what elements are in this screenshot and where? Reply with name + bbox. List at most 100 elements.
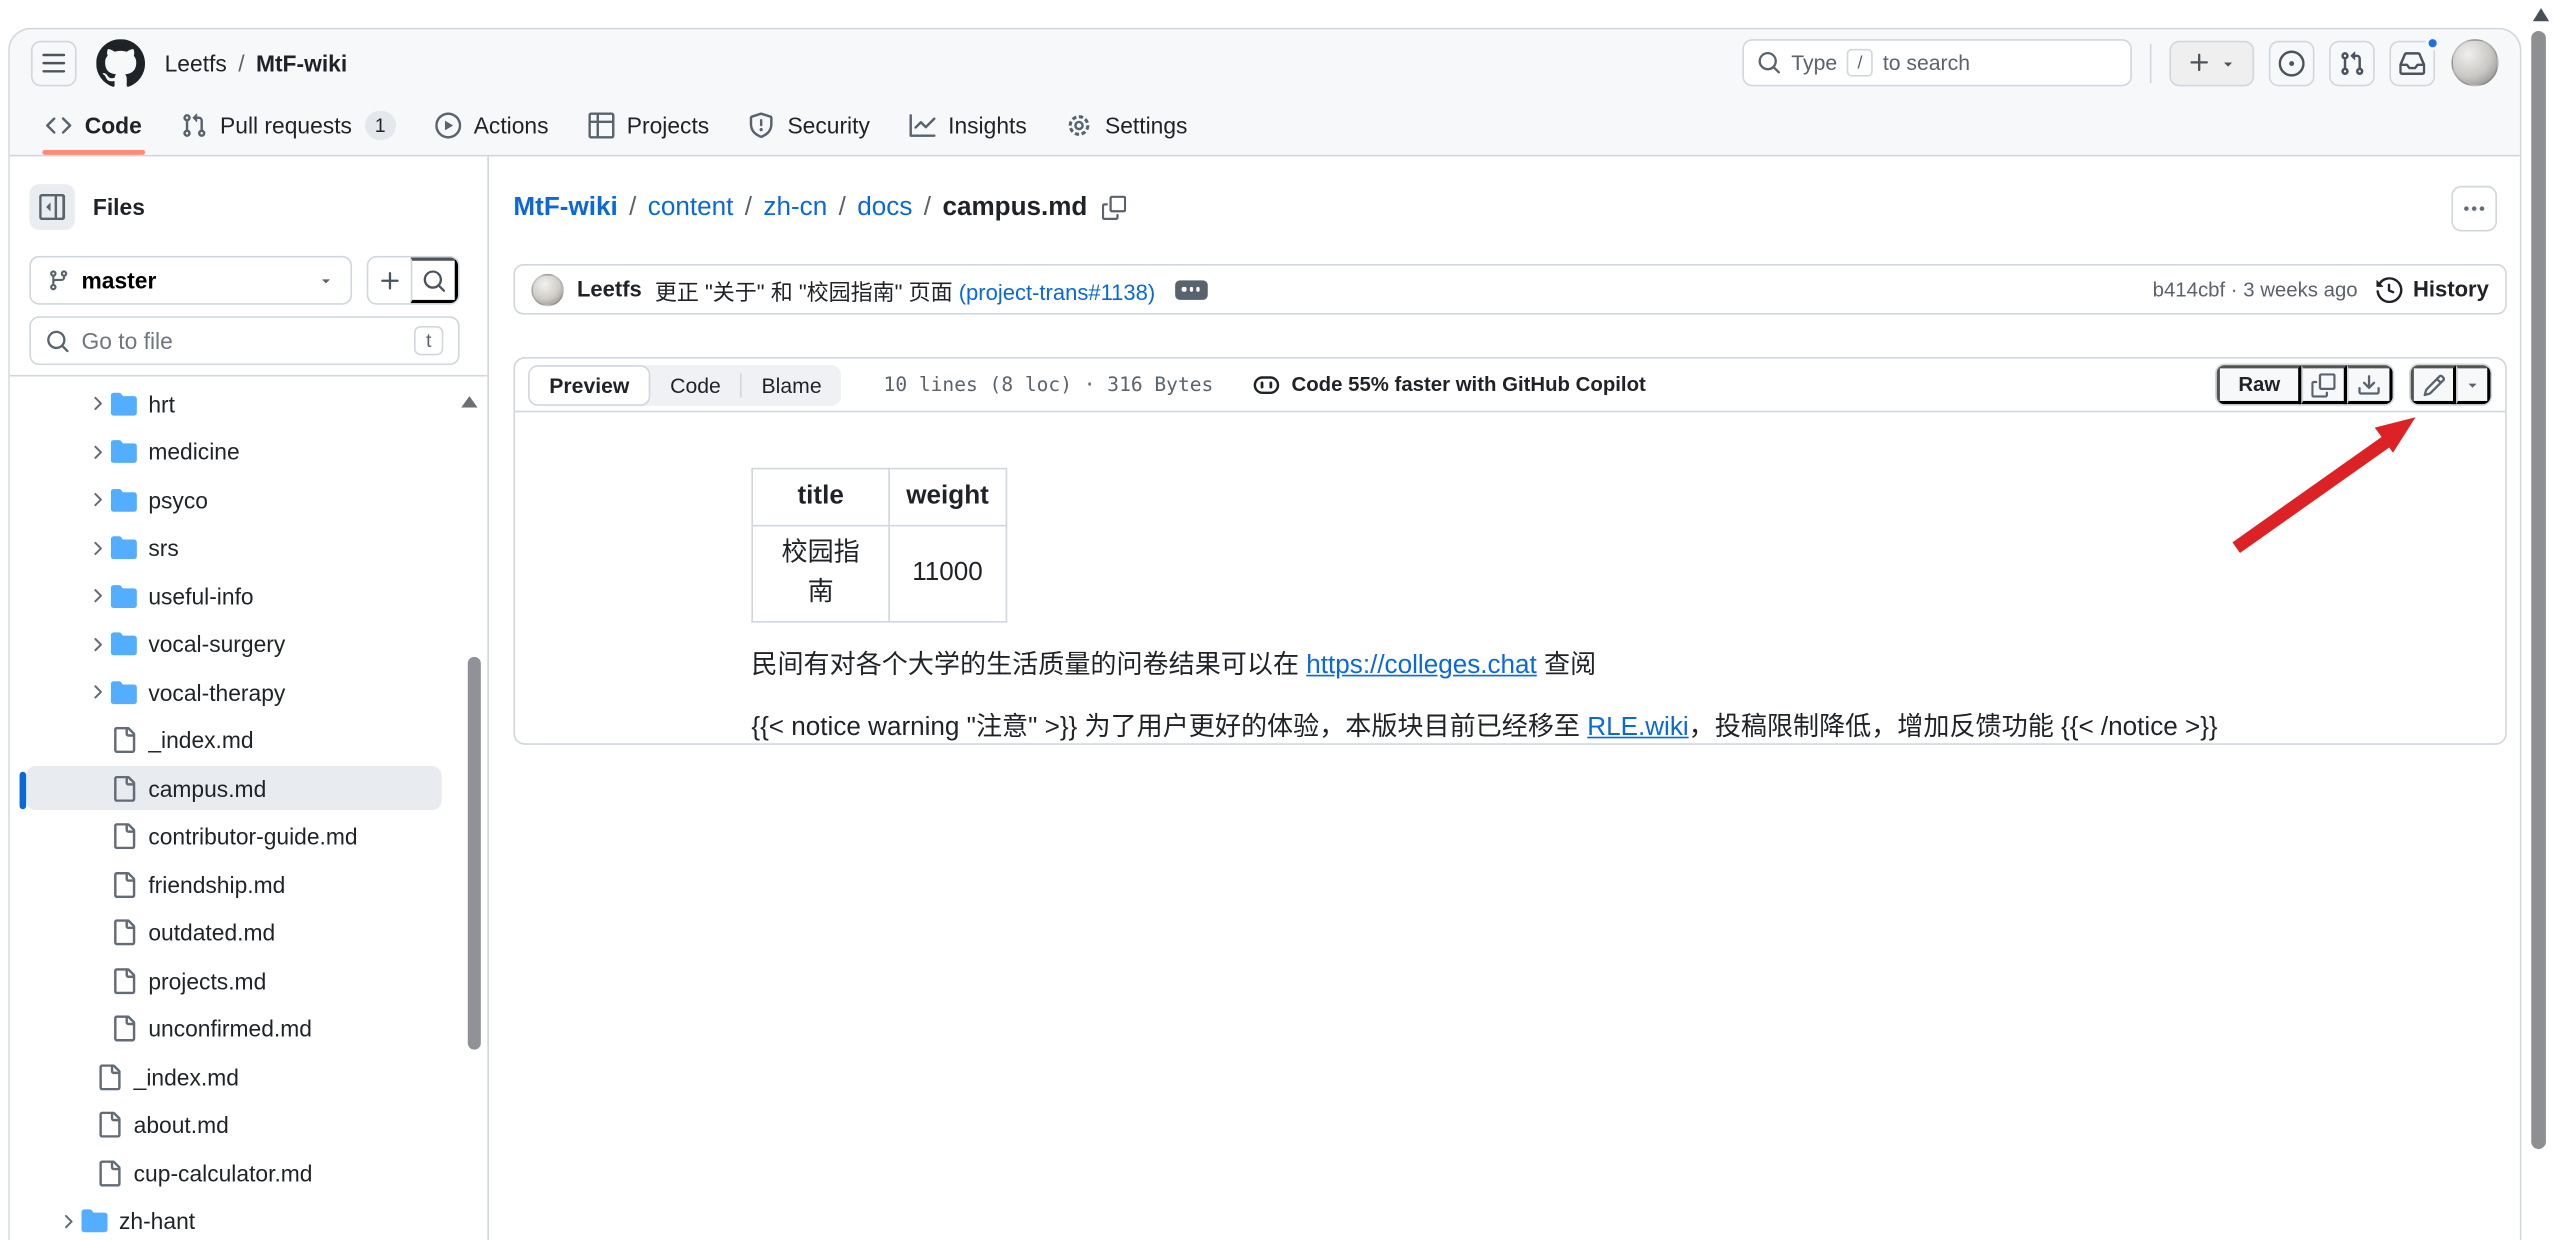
commit-author-avatar[interactable] [531,273,564,306]
raw-button[interactable]: Raw [2217,365,2301,404]
branch-selector[interactable]: master [29,256,352,305]
paragraph-text: ，投稿限制降低，增加反馈功能 {{< /notice >}} [1689,714,2218,742]
tree-item-zh-hant[interactable]: zh-hant [10,1199,488,1240]
tree-item-cup-calculator.md[interactable]: cup-calculator.md [10,1151,488,1199]
tree-item-psyco[interactable]: psyco [10,478,488,526]
file-icon [96,1064,122,1090]
scrollbar-thumb[interactable] [2531,31,2546,1149]
pull-requests-button[interactable] [2329,40,2375,86]
tree-item-friendship.md[interactable]: friendship.md [10,862,488,910]
table-icon [588,112,614,138]
rle-wiki-link[interactable]: RLE.wiki [1587,714,1688,742]
tree-item-useful-info[interactable]: useful-info [10,574,488,622]
commit-author[interactable]: Leetfs [577,277,642,301]
breadcrumb-repo-link[interactable]: MtF-wiki [513,193,617,222]
commit-pr-link[interactable]: (project-trans#1138) [959,280,1156,304]
tab-preview[interactable]: Preview [528,364,650,405]
table-cell: 11000 [889,526,1006,622]
new-file-button[interactable] [368,258,410,304]
sidebar-scroll-up-arrow[interactable] [461,396,477,407]
copy-icon [1102,196,1126,220]
tab-projects[interactable]: Projects [571,96,725,155]
files-sidebar: Files master Go to file t hrtmedicinepsy… [10,156,489,1240]
hamburger-menu-button[interactable] [31,40,77,86]
commit-sha-and-time[interactable]: b414cbf · 3 weeks ago [2153,278,2358,301]
search-icon [421,268,445,292]
copy-path-button[interactable] [1102,196,1126,220]
chevron-right-icon[interactable] [83,585,111,606]
tab-code[interactable]: Code [651,364,741,405]
history-label: History [2413,277,2489,301]
chevron-right-icon[interactable] [83,441,111,462]
tree-item-projects.md[interactable]: projects.md [10,958,488,1006]
issues-button[interactable] [2269,40,2315,86]
breadcrumb-dir-link[interactable]: docs [857,193,912,222]
edit-dropdown-button[interactable] [2456,365,2490,404]
tree-item-label: zh-hant [119,1208,195,1234]
chevron-right-icon[interactable] [54,1210,82,1231]
github-logo-icon[interactable] [96,38,145,87]
go-to-file-input[interactable]: Go to file t [29,316,459,365]
tree-item-vocal-surgery[interactable]: vocal-surgery [10,622,488,670]
table-cell: 校园指南 [752,526,889,622]
create-new-button[interactable] [2169,40,2254,86]
download-button[interactable] [2347,365,2393,404]
tab-blame[interactable]: Blame [742,364,841,405]
chevron-right-icon[interactable] [83,393,111,414]
edit-file-button[interactable] [2411,365,2457,404]
copilot-promo-text: Code 55% faster with GitHub Copilot [1292,373,1646,396]
sidebar-scrollbar-thumb[interactable] [468,657,481,1050]
search-tree-button[interactable] [411,258,458,304]
history-button[interactable]: History [2377,276,2489,302]
tree-item-hrt[interactable]: hrt [10,381,488,429]
tab-security[interactable]: Security [732,96,886,155]
more-options-button[interactable] [2451,185,2497,231]
chevron-right-icon[interactable] [83,537,111,558]
tab-settings[interactable]: Settings [1050,96,1204,155]
copilot-promo[interactable]: Code 55% faster with GitHub Copilot [1254,372,1646,398]
tree-item-srs[interactable]: srs [10,526,488,574]
commit-details-ellipsis-button[interactable] [1175,280,1208,300]
tab-insights[interactable]: Insights [893,96,1043,155]
tab-label: Code [85,112,142,138]
copy-raw-button[interactable] [2301,365,2347,404]
window-scrollbar[interactable] [2526,0,2554,1240]
folder-icon [111,535,137,561]
commit-message[interactable]: 更正 "关于" 和 "校园指南" 页面 (project-trans#1138) [655,273,1155,306]
global-search-input[interactable]: Type / to search [1742,39,2132,86]
global-header: Leetfs / MtF-wiki Type / to search [10,29,2520,96]
tree-item-label: srs [148,535,178,561]
slash-key-hint: / [1847,49,1873,77]
issue-opened-icon [2279,50,2305,76]
tab-label: Actions [474,112,549,138]
chevron-right-icon[interactable] [83,489,111,510]
tree-item-outdated.md[interactable]: outdated.md [10,910,488,958]
tree-item-about.md[interactable]: about.md [10,1103,488,1151]
tree-item-contributor-guide.md[interactable]: contributor-guide.md [10,814,488,862]
tree-item-campus.md[interactable]: campus.md [10,766,488,814]
chevron-right-icon[interactable] [83,681,111,702]
collapse-sidebar-button[interactable] [29,184,75,230]
breadcrumb-separator: / [733,193,763,222]
breadcrumb-dir-link[interactable]: zh-cn [763,193,827,222]
chevron-right-icon[interactable] [83,633,111,654]
context-repo-link[interactable]: MtF-wiki [256,50,347,76]
file-icon [111,1015,137,1041]
markdown-preview: title weight 校园指南 11000 民间有对各个大学的生活质量的问卷… [515,412,2505,748]
tab-actions[interactable]: Actions [418,96,565,155]
tree-item-medicine[interactable]: medicine [10,429,488,477]
tab-pull-requests[interactable]: Pull requests1 [165,96,412,155]
tab-code[interactable]: Code [29,96,158,155]
tree-item-_index.md[interactable]: _index.md [10,718,488,766]
t-key-hint: t [414,326,443,355]
user-avatar[interactable] [2451,39,2498,86]
colleges-chat-link[interactable]: https://colleges.chat [1306,652,1537,680]
tree-item-unconfirmed.md[interactable]: unconfirmed.md [10,1006,488,1054]
tree-item-label: about.md [134,1112,229,1138]
tree-item-_index.md[interactable]: _index.md [10,1055,488,1103]
tree-item-vocal-therapy[interactable]: vocal-therapy [10,670,488,718]
scrollbar-up-arrow-icon[interactable] [2533,8,2549,21]
context-owner-link[interactable]: Leetfs [165,50,227,76]
paragraph-text: {{< notice warning "注意" >}} 为了用户更好的体验，本版… [751,714,1587,742]
breadcrumb-dir-link[interactable]: content [648,193,734,222]
